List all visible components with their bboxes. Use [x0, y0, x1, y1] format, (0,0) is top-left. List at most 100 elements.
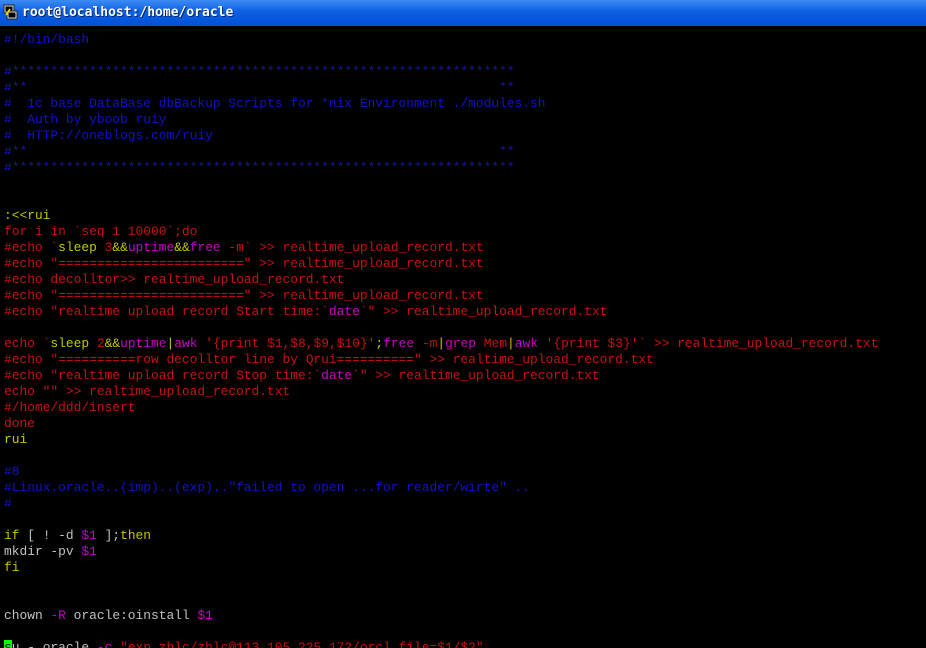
- code-token: free: [383, 336, 415, 351]
- code-token: echo `: [4, 336, 51, 351]
- code-token: for i in `seq 1 10000`;do: [4, 224, 198, 239]
- code-token: echo "" >> realtime_upload_record.txt: [4, 384, 291, 399]
- code-token: #echo "========================" >> real…: [4, 288, 484, 303]
- title-bar[interactable]: root@localhost:/home/oracle: [0, 0, 926, 27]
- code-token: `" >> realtime_upload_record.txt: [352, 368, 600, 383]
- code-token: |: [506, 336, 515, 351]
- code-token: ];: [96, 528, 121, 543]
- code-token: #: [4, 496, 12, 511]
- code-token: oracle:oinstall: [65, 608, 198, 623]
- line-comment: #: [4, 496, 12, 512]
- code-token: -m` >> realtime_upload_record.txt: [220, 240, 484, 255]
- terminal-window: root@localhost:/home/oracle #!/bin/bash #…: [0, 0, 926, 648]
- code-token: fi: [4, 560, 20, 575]
- line-comment: #***************************************…: [4, 160, 515, 176]
- code-token: #echo `: [4, 240, 59, 255]
- code-token: ;: [375, 336, 384, 351]
- line-heredoc-end: rui: [4, 432, 27, 448]
- code-token: done: [4, 416, 35, 431]
- code-token: :<<rui: [4, 208, 51, 223]
- line-comment: #Linux.oracle..(imp)..(exp).."failed to …: [4, 480, 530, 496]
- code-token: Mem: [476, 336, 507, 351]
- code-token: awk: [514, 336, 538, 351]
- line-comment: #***************************************…: [4, 64, 515, 80]
- code-token: '{print $1,$8,$9,$10}': [197, 336, 376, 351]
- code-token: # HTTP://oneblogs.com/ruiy: [4, 128, 213, 143]
- code-token: uptime: [120, 336, 167, 351]
- code-token: sleep: [50, 336, 90, 351]
- code-token: `" >> realtime_upload_record.txt: [359, 304, 608, 319]
- text-cursor: s: [4, 640, 12, 648]
- code-token: $1: [81, 528, 97, 543]
- code-token: # Auth by yboob ruiy: [4, 112, 167, 127]
- code-token: grep: [445, 336, 477, 351]
- code-token: &&: [174, 240, 190, 255]
- line-echo: echo "" >> realtime_upload_record.txt: [4, 384, 290, 400]
- line-comment: #8: [4, 464, 19, 480]
- code-token: date: [328, 304, 360, 319]
- code-token: date: [321, 368, 353, 383]
- code-token: u - oracle: [11, 640, 97, 648]
- line-shebang: #!/bin/bash: [4, 32, 89, 48]
- code-token: #Linux.oracle..(imp)..(exp).."failed to …: [4, 480, 531, 495]
- code-token: #!/bin/bash: [4, 32, 90, 47]
- code-token: &&: [112, 240, 128, 255]
- code-token: -c: [96, 640, 113, 648]
- code-token: #***************************************…: [4, 160, 515, 175]
- line-fi: fi: [4, 560, 19, 576]
- code-token: 3: [96, 240, 113, 255]
- code-token: #8: [4, 464, 20, 479]
- line-su: su - oracle -c "exp zhlc/zhlc@113.105.22…: [4, 640, 484, 648]
- code-token: #** **: [4, 80, 515, 95]
- line-heredoc: :<<rui: [4, 208, 50, 224]
- code-token: #echo "realtime upload record Start time…: [4, 304, 329, 319]
- putty-terminal-icon[interactable]: [3, 4, 18, 20]
- line-done: done: [4, 416, 35, 432]
- line-echo: #echo "realtime upload record Stop time:…: [4, 368, 600, 384]
- line-echo: #echo `sleep 3&&uptime&&free -m` >> real…: [4, 240, 484, 256]
- code-token: # 1c base DataBase dbBackup Scripts for …: [4, 96, 546, 111]
- line-echo: #echo "========================" >> real…: [4, 256, 484, 272]
- code-token: $1: [197, 608, 213, 623]
- code-token: '{print $3}'` >> realtime_upload_record.…: [537, 336, 879, 351]
- code-token: sleep: [58, 240, 97, 255]
- line-comment: # HTTP://oneblogs.com/ruiy: [4, 128, 213, 144]
- line-comment: # 1c base DataBase dbBackup Scripts for …: [4, 96, 546, 112]
- terminal-text-area[interactable]: #!/bin/bash #****************************…: [0, 26, 926, 648]
- line-path: #/home/ddd/insert: [4, 400, 136, 416]
- code-token: awk: [174, 336, 198, 351]
- code-token: -R: [50, 608, 66, 623]
- code-token: #***************************************…: [4, 64, 515, 79]
- code-token: #echo "========================" >> real…: [4, 256, 484, 271]
- code-token: |: [437, 336, 446, 351]
- line-echo: #echo "========================" >> real…: [4, 288, 484, 304]
- line-for: for i in `seq 1 10000`;do: [4, 224, 197, 240]
- code-token: then: [120, 528, 152, 543]
- line-comment: #** **: [4, 80, 515, 96]
- code-token: chown: [4, 608, 51, 623]
- code-token: #echo decolltor>> realtime_upload_record…: [4, 272, 345, 287]
- code-token: uptime: [127, 240, 175, 255]
- code-token: &&: [104, 336, 121, 351]
- line-echo: echo `sleep 2&&uptime|awk '{print $1,$8,…: [4, 336, 878, 352]
- line-mkdir: mkdir -pv $1: [4, 544, 97, 560]
- code-token: 2: [89, 336, 105, 351]
- code-token: -m: [414, 336, 438, 351]
- code-token: "exp zhlc/zhlc@113.105.225.172/orcl file…: [120, 640, 484, 648]
- code-token: [ ! -d: [19, 528, 82, 543]
- line-chown: chown -R oracle:oinstall $1: [4, 608, 213, 624]
- code-token: free: [189, 240, 221, 255]
- window-title: root@localhost:/home/oracle: [22, 5, 234, 20]
- code-token: #** **: [4, 144, 515, 159]
- line-echo: #echo "realtime upload record Start time…: [4, 304, 607, 320]
- line-echo: #echo decolltor>> realtime_upload_record…: [4, 272, 344, 288]
- line-comment: #** **: [4, 144, 515, 160]
- code-token: mkdir -pv: [4, 544, 82, 559]
- code-token: #/home/ddd/insert: [4, 400, 136, 415]
- code-token: #echo "realtime upload record Stop time:…: [4, 368, 322, 383]
- line-if: if [ ! -d $1 ];then: [4, 528, 151, 544]
- code-token: if: [4, 528, 20, 543]
- line-echo: #echo "==========row decolltor line by Q…: [4, 352, 654, 368]
- code-token: #echo "==========row decolltor line by Q…: [4, 352, 654, 367]
